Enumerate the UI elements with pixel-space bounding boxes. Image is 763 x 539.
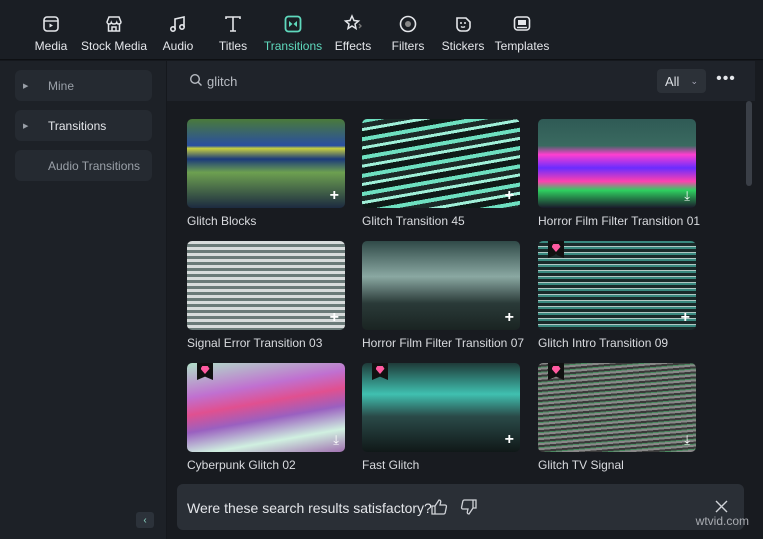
filter-dropdown[interactable]: All ⌄ <box>657 69 706 93</box>
template-icon <box>512 14 532 34</box>
toolbar-tab-label: Audio <box>162 39 194 53</box>
collapse-sidebar-button[interactable]: ‹ <box>136 512 154 528</box>
more-options-button[interactable]: ••• <box>716 69 736 93</box>
sidebar-item-transitions[interactable]: ▶ Transitions <box>15 110 152 141</box>
toolbar-tab-label: Effects <box>334 39 372 53</box>
search-icon <box>189 73 202 86</box>
watermark: wtvid.com <box>695 514 749 528</box>
text-t-icon <box>223 14 243 34</box>
result-name: Glitch TV Signal <box>538 458 624 472</box>
feedback-question: Were these search results satisfactory? <box>187 500 432 516</box>
result-name: Fast Glitch <box>362 458 420 472</box>
media-icon <box>41 14 61 34</box>
result-thumbnail[interactable]: + <box>362 241 520 330</box>
add-icon[interactable]: + <box>505 310 514 326</box>
sidebar: ▶ Mine ▶ Transitions Audio Transitions <box>0 61 166 539</box>
result-thumbnail[interactable]: ⤓ <box>538 363 696 452</box>
result-name: Glitch Intro Transition 09 <box>538 336 669 350</box>
expand-arrow-icon: ▶ <box>23 122 29 130</box>
download-icon[interactable]: ⤓ <box>333 433 339 447</box>
thumbs-up-icon[interactable] <box>430 498 448 516</box>
result-card[interactable]: + Fast Glitch <box>362 363 520 472</box>
transition-icon <box>283 14 303 34</box>
premium-gem-icon <box>372 363 388 380</box>
sidebar-item-mine[interactable]: ▶ Mine <box>15 70 152 101</box>
result-name: Cyberpunk Glitch 02 <box>187 458 296 472</box>
toolbar-tab-label: Titles <box>218 39 248 53</box>
result-thumbnail[interactable]: + <box>187 241 345 330</box>
add-icon[interactable]: + <box>330 310 339 326</box>
sticker-icon <box>453 14 473 34</box>
result-card[interactable]: ⤓ Cyberpunk Glitch 02 <box>187 363 345 472</box>
search-bar: All ⌄ ••• <box>167 61 755 101</box>
result-thumbnail[interactable]: ⤓ <box>187 363 345 452</box>
sidebar-item-label: Audio Transitions <box>48 158 141 173</box>
download-icon[interactable]: ⤓ <box>684 189 690 203</box>
sidebar-item-label: Mine <box>48 78 75 93</box>
toolbar-tab-label: Templates <box>494 39 550 53</box>
result-card[interactable]: ⤓ Horror Film Filter Transition 01 <box>538 119 701 228</box>
result-card[interactable]: + Glitch Intro Transition 09 <box>538 241 696 350</box>
toolbar-tab-label: Filters <box>391 39 425 53</box>
toolbar-tab-media[interactable]: Media <box>16 14 86 53</box>
result-card[interactable]: + Signal Error Transition 03 <box>187 241 345 350</box>
result-name: Glitch Blocks <box>187 214 257 228</box>
result-name: Glitch Transition 45 <box>362 214 465 228</box>
main-panel: All ⌄ ••• + Glitch Blocks + Glitch Transitio… <box>167 61 763 539</box>
expand-arrow-icon: ▶ <box>23 82 29 90</box>
premium-gem-icon <box>548 241 564 258</box>
result-thumbnail[interactable]: + <box>362 119 520 208</box>
result-card[interactable]: + Glitch Blocks <box>187 119 345 228</box>
sidebar-item-label: Transitions <box>48 118 107 133</box>
add-icon[interactable]: + <box>505 432 514 448</box>
sparkle-star-icon <box>343 14 363 34</box>
add-icon[interactable]: + <box>330 188 339 204</box>
toolbar-tab-stock-media[interactable]: Stock Media <box>79 14 149 53</box>
result-thumbnail[interactable]: ⤓ <box>538 119 696 208</box>
result-thumbnail[interactable]: + <box>187 119 345 208</box>
result-card[interactable]: + Horror Film Filter Transition 07 <box>362 241 525 350</box>
add-icon[interactable]: + <box>505 188 514 204</box>
music-note-icon <box>168 14 188 34</box>
store-icon <box>104 14 124 34</box>
premium-gem-icon <box>197 363 213 380</box>
add-icon[interactable]: + <box>681 310 690 326</box>
search-input[interactable] <box>207 71 507 91</box>
close-icon[interactable] <box>715 500 728 513</box>
result-name: Horror Film Filter Transition 01 <box>538 214 701 228</box>
chevron-down-icon: ⌄ <box>690 75 698 86</box>
thumbs-down-icon[interactable] <box>460 498 478 516</box>
result-name: Signal Error Transition 03 <box>187 336 323 350</box>
filter-value: All <box>665 73 680 89</box>
result-name: Horror Film Filter Transition 07 <box>362 336 525 350</box>
premium-gem-icon <box>548 363 564 380</box>
toolbar-tab-label: Media <box>34 39 68 53</box>
result-thumbnail[interactable]: + <box>538 241 696 330</box>
scrollbar[interactable] <box>746 101 752 186</box>
feedback-bar: Were these search results satisfactory? <box>177 484 744 530</box>
toolbar-tab-label: Stickers <box>441 39 485 53</box>
result-thumbnail[interactable]: + <box>362 363 520 452</box>
filter-circle-icon <box>398 14 418 34</box>
result-card[interactable]: ⤓ Glitch TV Signal <box>538 363 696 472</box>
sidebar-item-audio-transitions[interactable]: Audio Transitions <box>15 150 152 181</box>
top-toolbar: Media Stock Media Audio Titles Transitions Ef… <box>0 0 763 60</box>
result-card[interactable]: + Glitch Transition 45 <box>362 119 520 228</box>
toolbar-tab-templates[interactable]: Templates <box>487 14 557 53</box>
toolbar-tab-label: Stock Media <box>80 39 148 53</box>
download-icon[interactable]: ⤓ <box>684 433 690 447</box>
toolbar-tab-label: Transitions <box>263 39 323 53</box>
